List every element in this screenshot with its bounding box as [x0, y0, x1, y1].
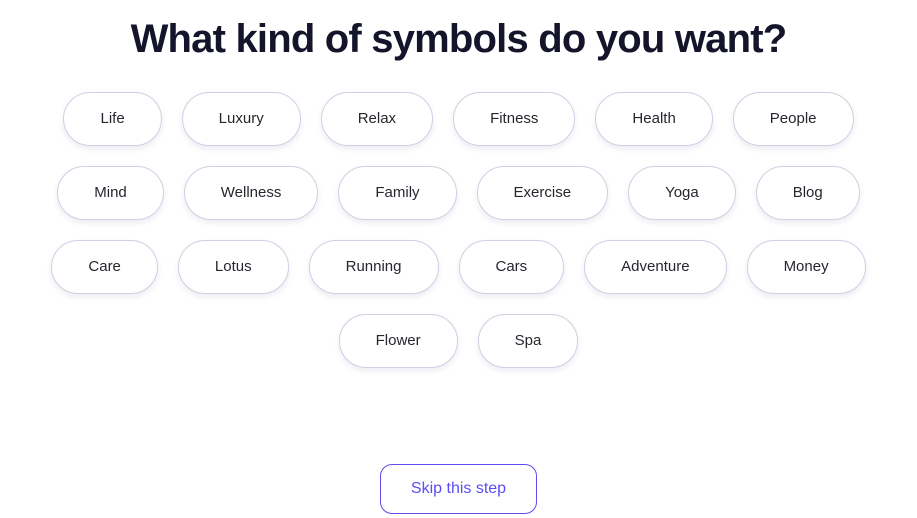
symbol-chip-spa[interactable]: Spa [477, 314, 579, 368]
footer: Skip this step [0, 464, 917, 514]
symbol-chip-relax[interactable]: Relax [320, 92, 434, 146]
symbol-chip-people[interactable]: People [732, 92, 854, 146]
chip-row-4: Flower Spa [0, 314, 917, 368]
symbol-chip-luxury[interactable]: Luxury [181, 92, 301, 146]
skip-this-step-button[interactable]: Skip this step [380, 464, 537, 514]
symbol-chip-lotus[interactable]: Lotus [177, 240, 289, 294]
symbol-chip-mind[interactable]: Mind [57, 166, 164, 220]
symbol-chip-yoga[interactable]: Yoga [628, 166, 736, 220]
symbol-chip-blog[interactable]: Blog [755, 166, 860, 220]
page-title: What kind of symbols do you want? [130, 17, 788, 61]
symbol-chip-family[interactable]: Family [338, 166, 457, 220]
symbol-chip-flower[interactable]: Flower [338, 314, 458, 368]
chip-row-1: Life Luxury Relax Fitness Health People [0, 92, 917, 146]
symbol-chip-running[interactable]: Running [308, 240, 439, 294]
symbol-chip-health[interactable]: Health [595, 92, 713, 146]
symbol-chip-adventure[interactable]: Adventure [584, 240, 727, 294]
symbol-chip-group: Life Luxury Relax Fitness Health People … [0, 92, 917, 388]
chip-row-3: Care Lotus Running Cars Adventure Money [0, 240, 917, 294]
symbol-chip-care[interactable]: Care [51, 240, 158, 294]
symbol-chip-fitness[interactable]: Fitness [453, 92, 576, 146]
symbol-chip-money[interactable]: Money [746, 240, 866, 294]
symbol-chip-exercise[interactable]: Exercise [476, 166, 609, 220]
symbol-picker-page: What kind of symbols do you want? Life L… [0, 0, 917, 518]
chip-row-2: Mind Wellness Family Exercise Yoga Blog [0, 166, 917, 220]
symbol-chip-life[interactable]: Life [63, 92, 162, 146]
symbol-chip-cars[interactable]: Cars [458, 240, 565, 294]
symbol-chip-wellness[interactable]: Wellness [183, 166, 319, 220]
